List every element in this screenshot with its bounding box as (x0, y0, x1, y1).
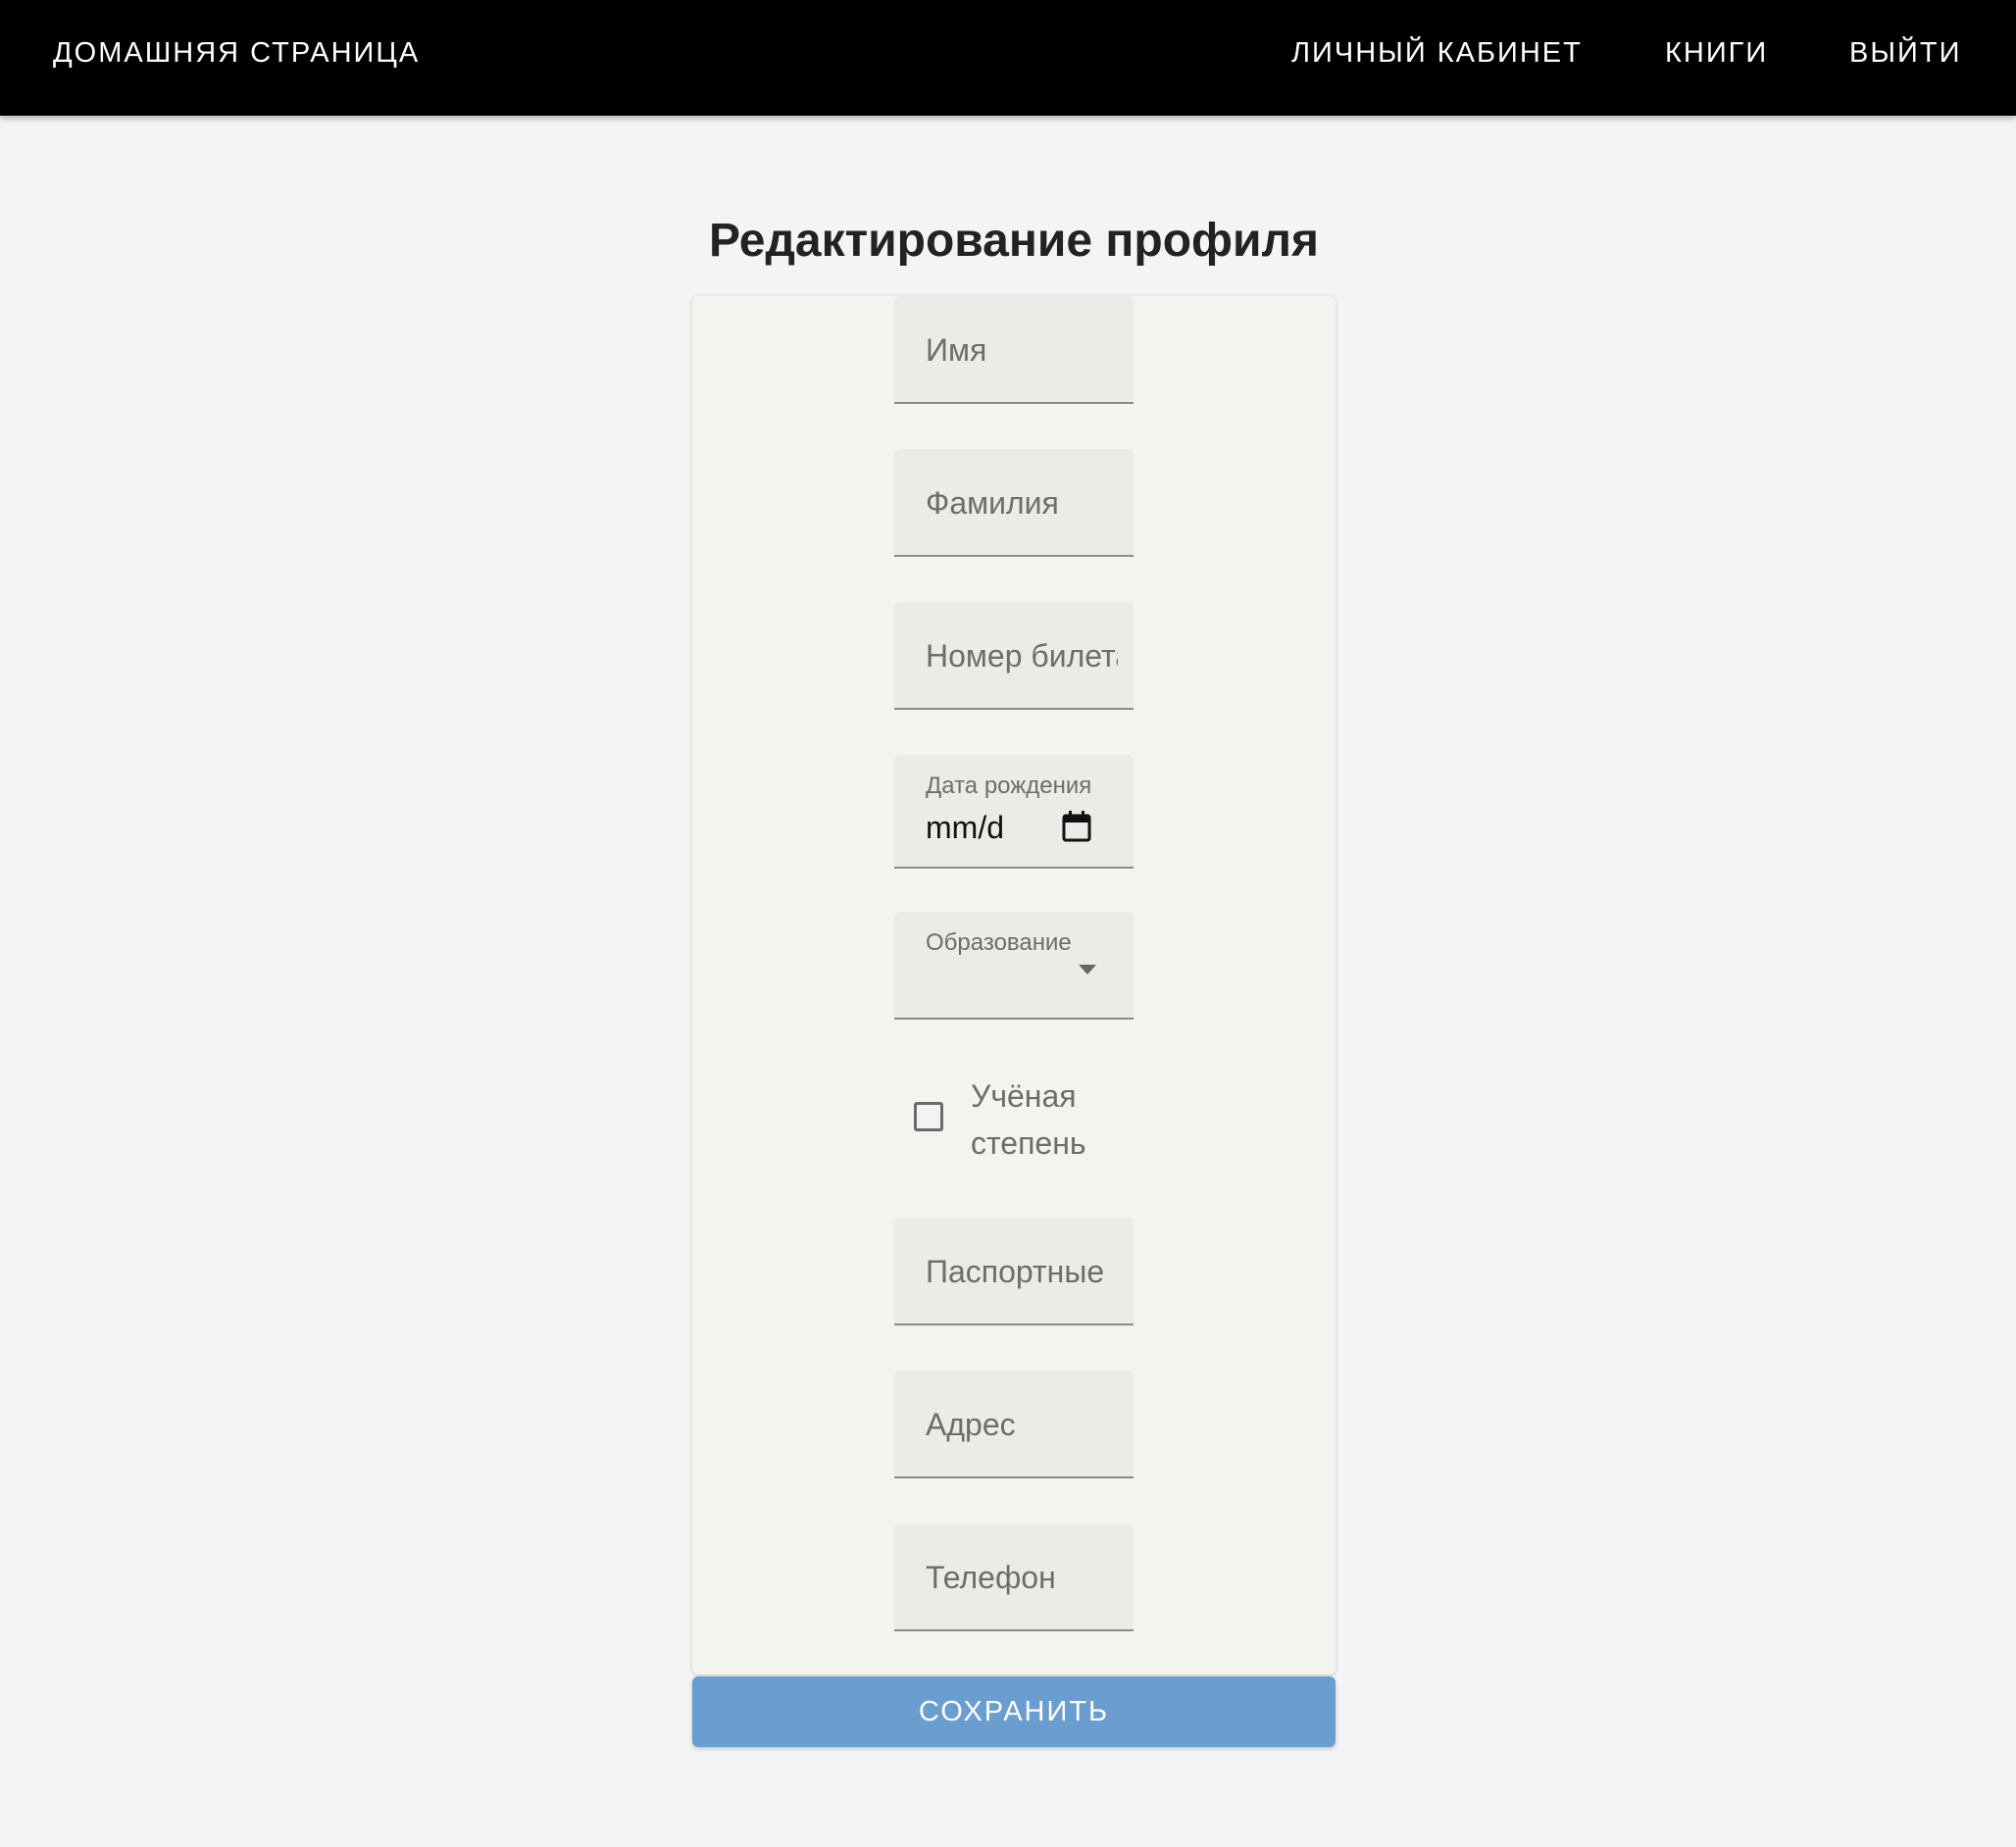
education-label: Образование (926, 929, 1072, 956)
nav-link-logout[interactable]: ВЫЙТИ (1849, 0, 1961, 106)
nav-link-cabinet[interactable]: ЛИЧНЫЙ КАБИНЕТ (1291, 0, 1583, 106)
degree-checkbox[interactable] (914, 1102, 943, 1131)
first-name-placeholder: Имя (926, 332, 987, 368)
calendar-icon[interactable] (1061, 810, 1092, 843)
chevron-down-icon (1079, 965, 1096, 974)
birth-date-field[interactable]: Дата рождения mm/d (894, 755, 1134, 869)
passport-field[interactable]: Паспортные (894, 1218, 1134, 1325)
ticket-number-field[interactable]: Номер билета (894, 602, 1134, 710)
last-name-field[interactable]: Фамилия (894, 449, 1134, 557)
ticket-number-placeholder: Номер билета (926, 638, 1118, 674)
phone-field[interactable]: Телефон (894, 1523, 1134, 1631)
phone-placeholder: Телефон (926, 1560, 1056, 1595)
top-navigation-bar: ДОМАШНЯЯ СТРАНИЦА ЛИЧНЫЙ КАБИНЕТ КНИГИ В… (0, 0, 2016, 116)
degree-checkbox-label: Учёная степень (971, 1078, 1086, 1161)
birth-date-label: Дата рождения (926, 773, 1092, 799)
address-placeholder: Адрес (926, 1407, 1016, 1442)
home-link[interactable]: ДОМАШНЯЯ СТРАНИЦА (53, 0, 420, 106)
education-select[interactable]: Образование (894, 912, 1134, 1020)
passport-placeholder: Паспортные (926, 1254, 1105, 1289)
first-name-field[interactable]: Имя (894, 296, 1134, 404)
birth-date-value: mm/d (926, 810, 1004, 845)
nav-link-books[interactable]: КНИГИ (1665, 0, 1768, 106)
last-name-placeholder: Фамилия (926, 485, 1059, 521)
save-button[interactable]: СОХРАНИТЬ (692, 1676, 1336, 1747)
degree-checkbox-row[interactable]: Учёная степень (914, 1073, 1130, 1171)
page-title: Редактирование профиля (708, 215, 1320, 267)
address-field[interactable]: Адрес (894, 1371, 1134, 1478)
